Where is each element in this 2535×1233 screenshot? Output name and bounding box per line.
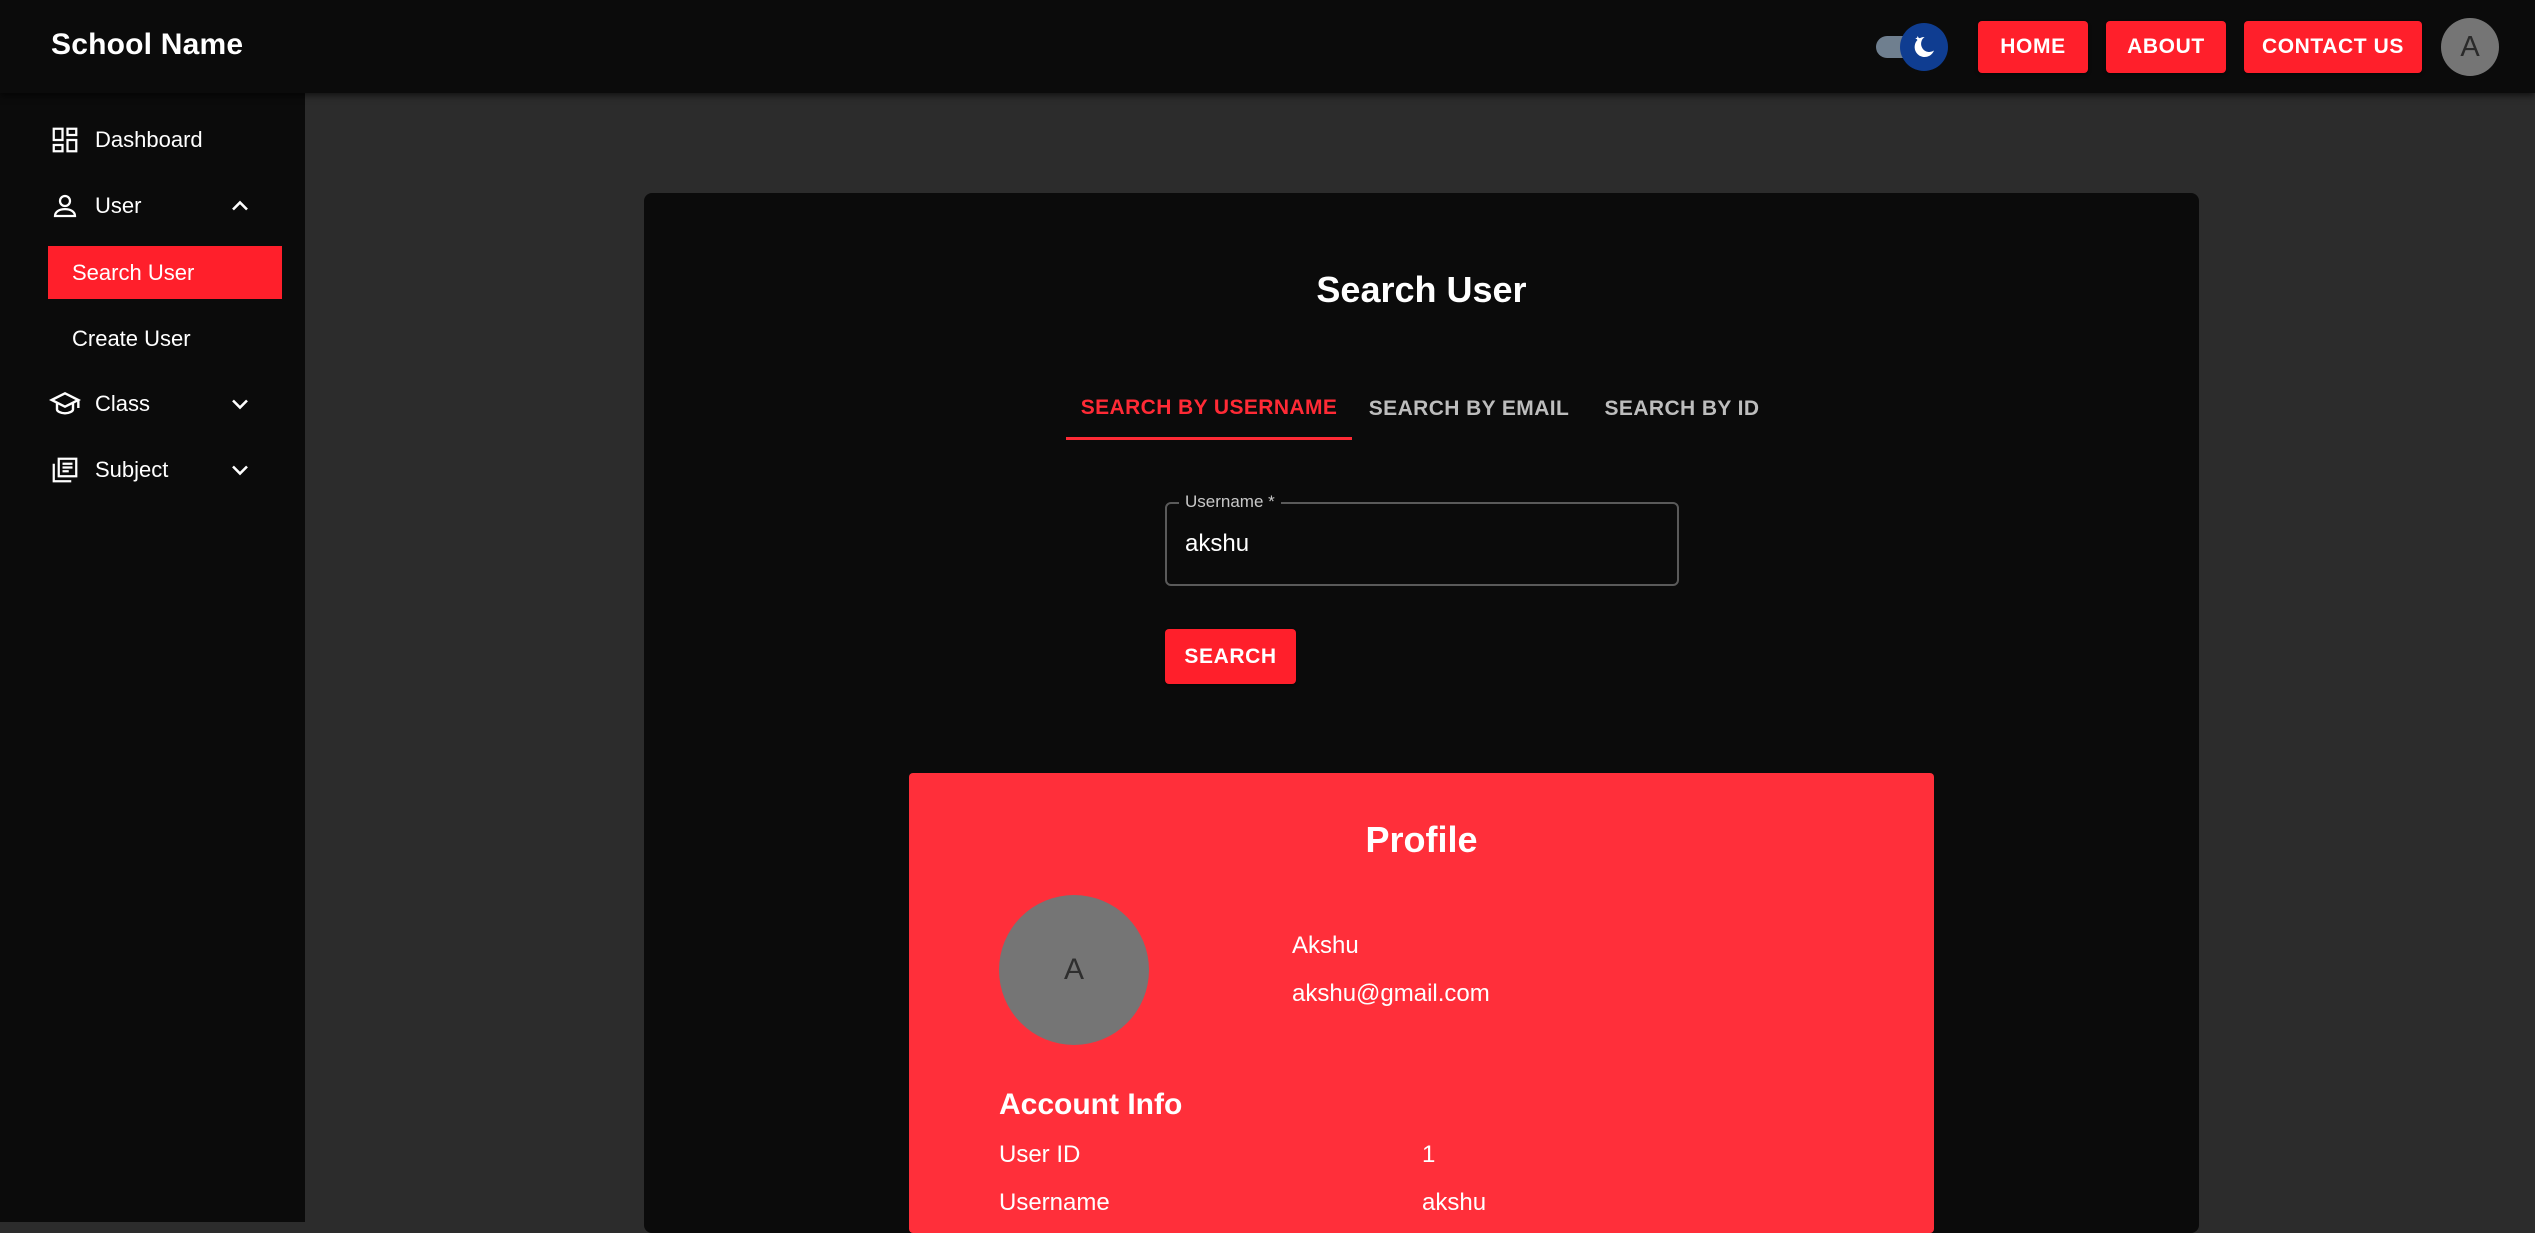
search-button[interactable]: SEARCH <box>1165 629 1296 684</box>
app-title[interactable]: School Name <box>51 28 243 62</box>
sidebar: Dashboard User Search User Create User C… <box>0 93 305 1222</box>
sidebar-item-label: User <box>95 193 142 218</box>
info-row-username: Username akshu <box>999 1189 1849 1225</box>
username-input[interactable] <box>1185 526 1655 562</box>
sidebar-item-label: Search User <box>72 259 195 285</box>
sidebar-item-create-user[interactable]: Create User <box>48 312 282 365</box>
library-books-icon <box>48 453 82 487</box>
info-key: User ID <box>999 1141 1081 1168</box>
profile-name: Akshu <box>1292 932 1359 959</box>
info-value: 1 <box>1422 1141 1436 1168</box>
moon-icon <box>1900 23 1948 71</box>
person-icon <box>48 189 82 223</box>
username-field: Username * <box>1165 492 1679 586</box>
school-icon <box>48 387 82 421</box>
sidebar-item-class[interactable]: Class <box>48 378 288 430</box>
profile-card: Profile A Akshu akshu@gmail.com Account … <box>909 773 1934 1233</box>
tab-search-by-username[interactable]: SEARCH BY USERNAME <box>1066 378 1352 440</box>
sidebar-item-label: Class <box>95 391 151 416</box>
avatar[interactable]: A <box>2441 18 2499 76</box>
chevron-down-icon <box>226 456 254 484</box>
profile-title: Profile <box>1365 819 1478 860</box>
chevron-down-icon <box>226 390 254 418</box>
profile-avatar: A <box>999 895 1149 1045</box>
info-row-user-id: User ID 1 <box>999 1141 1849 1177</box>
sidebar-item-label: Subject <box>95 457 169 482</box>
account-info-heading: Account Info <box>999 1088 1183 1121</box>
username-field-label: Username * <box>1179 492 1281 512</box>
info-key: Username <box>999 1189 1110 1216</box>
home-button[interactable]: HOME <box>1978 21 2088 73</box>
search-user-card: Search User SEARCH BY USERNAME SEARCH BY… <box>644 193 2199 1233</box>
sidebar-item-search-user[interactable]: Search User <box>48 246 282 299</box>
sidebar-item-subject[interactable]: Subject <box>48 444 288 496</box>
theme-toggle[interactable] <box>1872 23 1952 71</box>
sidebar-item-dashboard[interactable]: Dashboard <box>48 114 288 166</box>
info-value: akshu <box>1422 1189 1487 1216</box>
page-title: Search User <box>1316 269 1527 310</box>
tab-search-by-id[interactable]: SEARCH BY ID <box>1586 378 1778 440</box>
app-bar: School Name HOME ABOUT CONTACT US A <box>0 0 2535 93</box>
profile-email: akshu@gmail.com <box>1292 980 1490 1007</box>
sidebar-item-label: Create User <box>72 325 191 351</box>
tab-search-by-email[interactable]: SEARCH BY EMAIL <box>1352 378 1586 440</box>
sidebar-item-user[interactable]: User <box>48 180 288 232</box>
chevron-up-icon <box>226 192 254 220</box>
sidebar-item-label: Dashboard <box>95 127 203 152</box>
about-button[interactable]: ABOUT <box>2106 21 2226 73</box>
contact-us-button[interactable]: CONTACT US <box>2244 21 2422 73</box>
dashboard-icon <box>48 123 82 157</box>
